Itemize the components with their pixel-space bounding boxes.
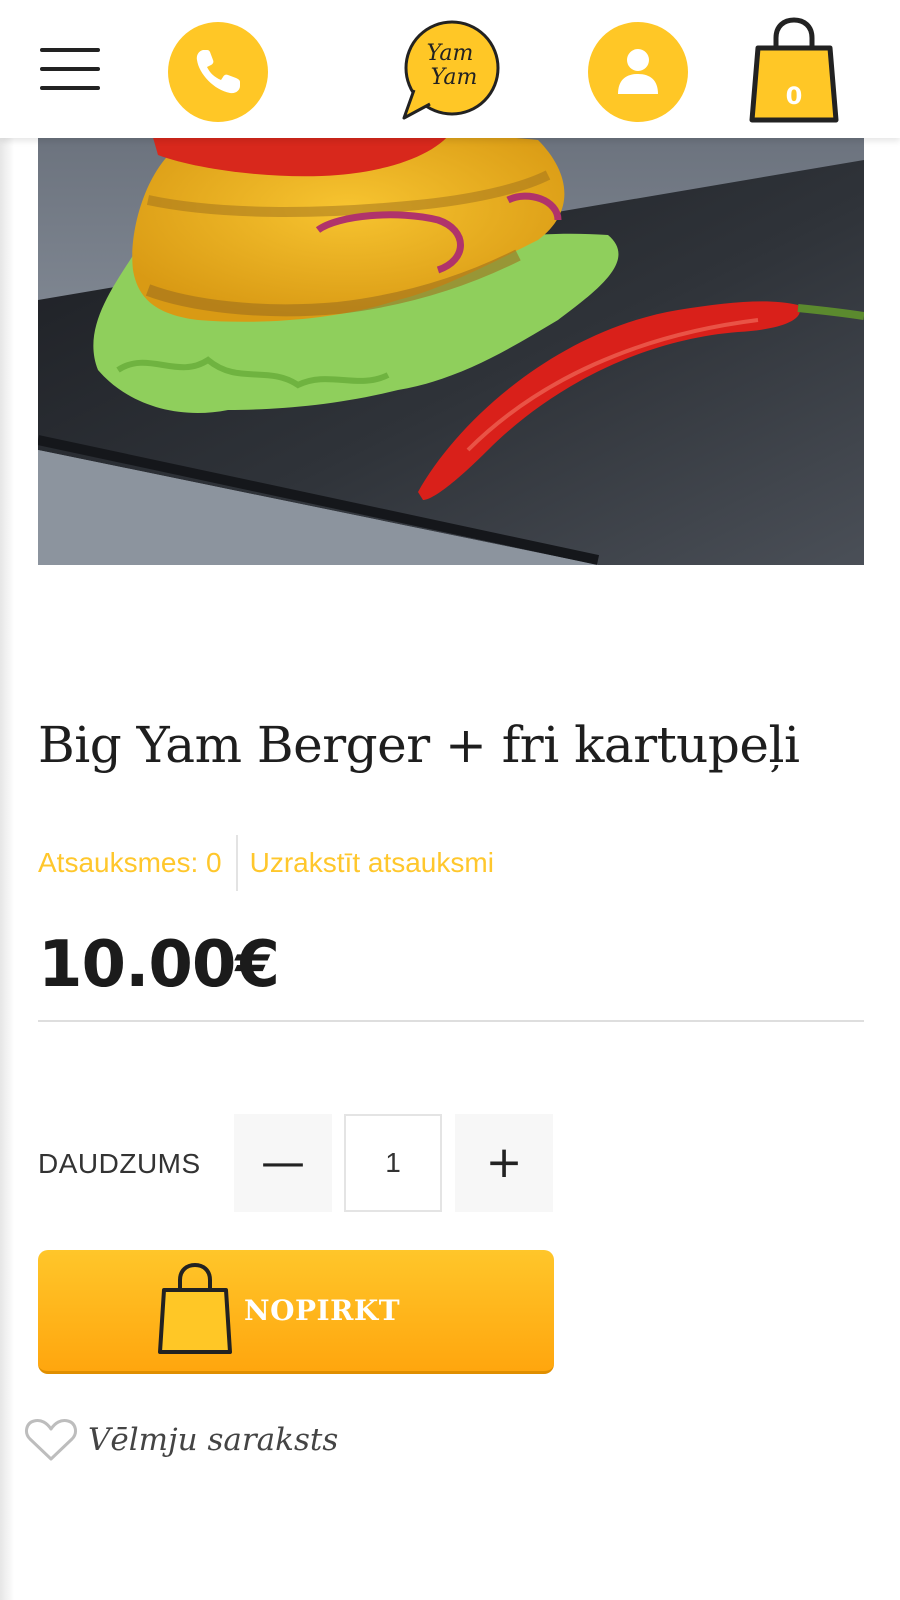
product-image: [38, 120, 864, 565]
site-header: Yam Yam 0: [0, 0, 900, 138]
review-row: Atsauksmes: 0 Uzrakstīt atsauksmi: [38, 835, 494, 891]
product-price: 10.00€: [38, 928, 280, 1002]
plus-icon: +: [485, 1137, 523, 1188]
product-photo: [38, 120, 864, 565]
svg-text:Yam: Yam: [431, 65, 478, 90]
review-separator: [235, 835, 238, 891]
hamburger-menu-icon[interactable]: [40, 46, 102, 92]
yam-yam-logo[interactable]: Yam Yam: [400, 18, 504, 122]
buy-button-label: NOPIRKT: [244, 1294, 401, 1327]
cart-count-badge: 0: [785, 82, 803, 110]
minus-icon: —: [261, 1137, 305, 1188]
shopping-bag-icon: [749, 17, 839, 123]
heart-outline-icon: [25, 1419, 77, 1461]
product-title: Big Yam Berger + fri kartupeļi: [38, 716, 800, 774]
shopping-bag-icon: [158, 1262, 232, 1354]
account-button[interactable]: [588, 22, 688, 122]
quantity-decrease-button[interactable]: —: [234, 1114, 332, 1212]
quantity-input[interactable]: [344, 1114, 442, 1212]
price-divider: [38, 1020, 864, 1022]
logo-text: Yam: [427, 41, 474, 66]
page-edge-shadow: [0, 0, 14, 1600]
reviews-count-link[interactable]: Atsauksmes: 0: [38, 847, 222, 879]
buy-button[interactable]: NOPIRKT: [38, 1250, 554, 1374]
cart-button[interactable]: 0: [746, 16, 842, 128]
phone-icon: [196, 50, 240, 94]
quantity-increase-button[interactable]: +: [455, 1114, 553, 1212]
quantity-label: DAUDZUMS: [38, 1148, 201, 1179]
write-review-link[interactable]: Uzrakstīt atsauksmi: [250, 847, 494, 879]
wishlist-label: Vēlmju saraksts: [88, 1422, 339, 1458]
user-icon: [618, 49, 658, 94]
wishlist-link[interactable]: Vēlmju saraksts: [24, 1416, 338, 1464]
phone-button[interactable]: [168, 22, 268, 122]
